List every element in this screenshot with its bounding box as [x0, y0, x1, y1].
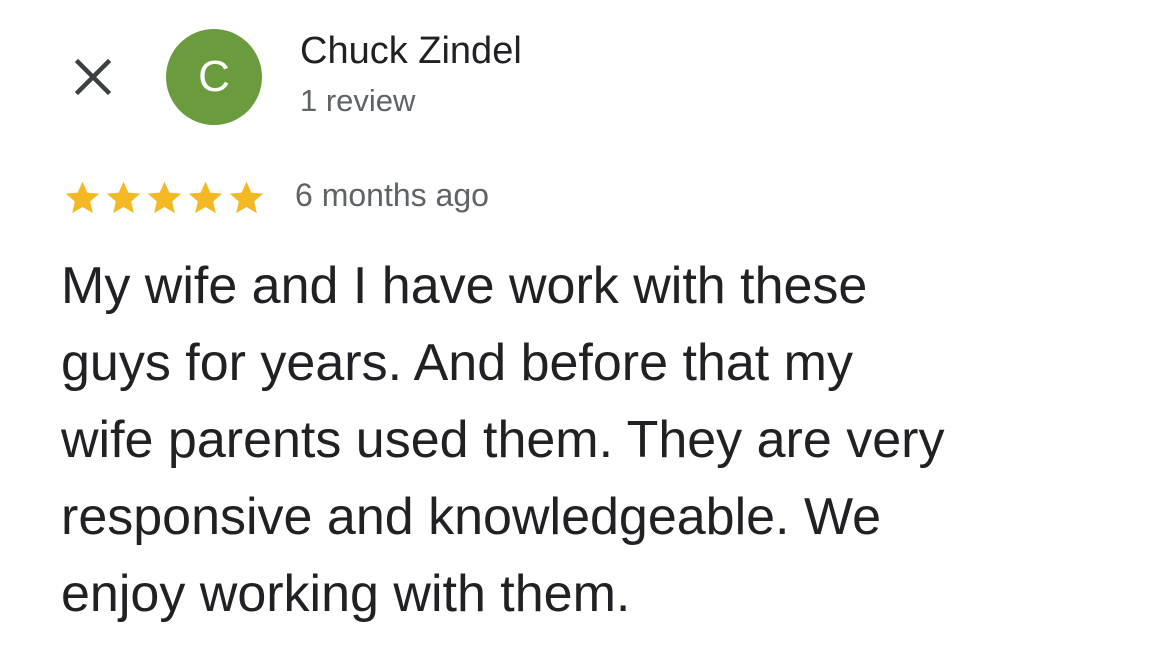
- review-text: My wife and I have work with these guys f…: [61, 248, 1141, 633]
- star-rating: [62, 178, 267, 218]
- close-button[interactable]: [70, 54, 116, 100]
- review-page: C Chuck Zindel 1 review 6 months ago My …: [0, 0, 1167, 648]
- star-icon: [147, 181, 182, 214]
- star-icon: [188, 181, 223, 214]
- avatar-initial: C: [198, 52, 230, 101]
- review-text-line: wife parents used them. They are very: [61, 411, 945, 469]
- review-text-line: guys for years. And before that my: [61, 334, 853, 392]
- close-icon: [74, 58, 112, 96]
- star-icon: [106, 181, 141, 214]
- review-text-line: My wife and I have work with these: [61, 257, 868, 315]
- avatar[interactable]: C: [166, 29, 262, 125]
- review-text-line: responsive and knowledgeable. We: [61, 488, 882, 546]
- star-icon: [229, 181, 264, 214]
- review-date: 6 months ago: [295, 177, 489, 213]
- review-count: 1 review: [300, 83, 416, 118]
- review-text-line: enjoy working with them.: [61, 565, 631, 623]
- reviewer-name[interactable]: Chuck Zindel: [300, 30, 522, 73]
- star-icon: [65, 181, 100, 214]
